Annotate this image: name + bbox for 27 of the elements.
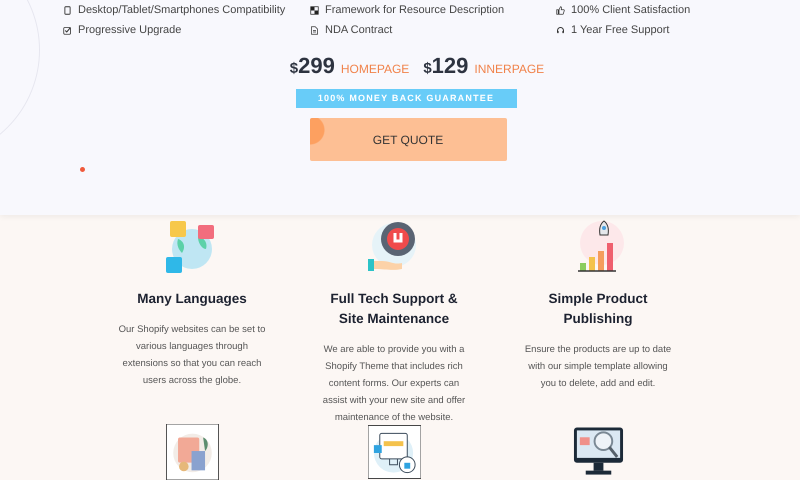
document-icon — [310, 26, 319, 34]
feature-text: Progressive Upgrade — [78, 24, 182, 36]
feature-text: 1 Year Free Support — [571, 24, 670, 36]
get-quote-button[interactable]: GET QUOTE — [310, 118, 506, 161]
feature-title: Simple Product Publishing — [547, 290, 648, 328]
thumbs-up-icon — [556, 6, 565, 14]
feature-description: We are able to provide you with a Shopify Theme that includes rich content forms. Our experts can assist with your new site and offer maintenance of the website. — [322, 343, 466, 425]
feature-title: Many Languages — [137, 290, 247, 308]
price-amount: 129 — [432, 53, 468, 79]
grid-icon — [310, 6, 319, 14]
feature-text: Framework for Resource Description — [325, 4, 504, 16]
feature-description: Ensure the products are up to date with our simple template allowing you to delete, add and edit. — [524, 343, 672, 391]
guarantee-banner: 100% MONEY BACK GUARANTEE — [296, 89, 516, 108]
feature-text: 100% Client Satisfaction — [571, 4, 690, 16]
currency-symbol: $ — [423, 60, 432, 77]
mobile-icon — [63, 6, 72, 14]
checkbox-icon — [63, 26, 72, 34]
feature-text: Desktop/Tablet/Smartphones Compatibility — [78, 4, 286, 16]
feature-description: Our Shopify websites can be set to various languages through extensions so that you can reach users across the globe. — [118, 323, 266, 388]
decorative-dot — [80, 167, 85, 172]
headset-icon — [556, 26, 565, 34]
price-label: INNERPAGE — [474, 62, 544, 76]
price-label: HOMEPAGE — [340, 62, 410, 76]
price-amount: 299 — [298, 53, 335, 79]
currency-symbol: $ — [290, 60, 298, 77]
feature-title: Full Tech Support & Site Maintenance — [329, 290, 459, 328]
feature-text: NDA Contract — [325, 24, 392, 36]
